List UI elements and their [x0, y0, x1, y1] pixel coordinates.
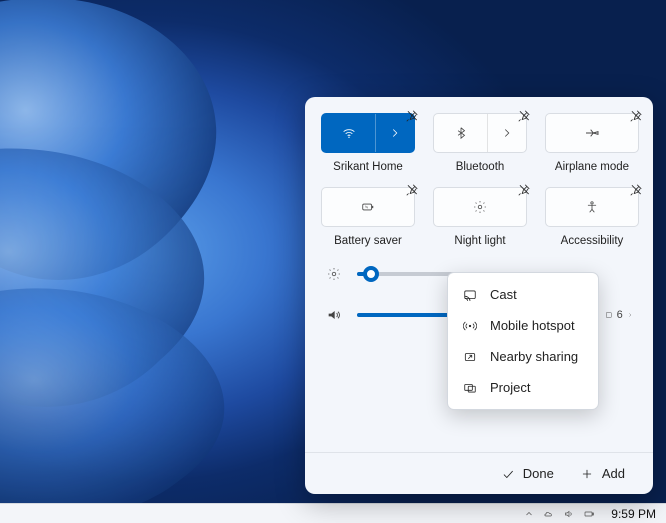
tile-battery-saver-label: Battery saver [334, 235, 402, 247]
taskbar: 9:59 PM [0, 503, 666, 523]
tile-night-light-wrap: Night light [433, 187, 527, 247]
tile-airplane-wrap: Airplane mode [545, 113, 639, 173]
tile-accessibility[interactable] [545, 187, 639, 227]
volume-icon [325, 307, 343, 323]
unpin-button-night-light[interactable] [515, 181, 533, 199]
tile-wifi-label: Srikant Home [333, 161, 403, 173]
unpin-button-wifi[interactable] [403, 107, 421, 125]
popup-item-mobile-hotspot[interactable]: Mobile hotspot [448, 310, 598, 341]
hotspot-icon [462, 319, 478, 333]
tile-bluetooth-label: Bluetooth [456, 161, 505, 173]
cast-icon [462, 288, 478, 302]
audio-output-button[interactable]: 6 [605, 309, 633, 321]
unpin-button-battery-saver[interactable] [403, 181, 421, 199]
chevron-up-icon[interactable] [523, 508, 535, 520]
project-icon [462, 381, 478, 395]
battery-tray-icon[interactable] [583, 508, 595, 520]
tile-airplane-label: Airplane mode [555, 161, 629, 173]
brightness-thumb[interactable] [363, 266, 379, 282]
volume-tray-icon[interactable] [563, 508, 575, 520]
popup-item-cast[interactable]: Cast [448, 279, 598, 310]
add-button[interactable]: Add [580, 466, 625, 481]
unpin-button-accessibility[interactable] [627, 181, 645, 199]
tile-accessibility-label: Accessibility [561, 235, 624, 247]
accessibility-icon [546, 188, 638, 226]
onedrive-icon[interactable] [543, 508, 555, 520]
tile-wifi[interactable] [321, 113, 415, 153]
system-tray[interactable] [523, 508, 595, 520]
unpin-button-airplane[interactable] [627, 107, 645, 125]
tile-bluetooth[interactable] [433, 113, 527, 153]
wifi-icon [322, 114, 375, 152]
bluetooth-icon [434, 114, 487, 152]
tile-wifi-wrap: Srikant Home [321, 113, 415, 173]
unpin-button-bluetooth[interactable] [515, 107, 533, 125]
taskbar-clock[interactable]: 9:59 PM [607, 507, 656, 521]
done-button[interactable]: Done [501, 466, 554, 481]
panel-footer: Done Add [305, 452, 653, 494]
tile-bluetooth-wrap: Bluetooth [433, 113, 527, 173]
quick-settings-tiles: Srikant Home Bluetooth [321, 113, 637, 247]
battery-saver-icon [322, 188, 414, 226]
tile-night-light[interactable] [433, 187, 527, 227]
tile-airplane[interactable] [545, 113, 639, 153]
tile-night-light-label: Night light [454, 235, 505, 247]
tile-battery-saver[interactable] [321, 187, 415, 227]
add-action-popup: Cast Mobile hotspot Nearby sharing Proje… [447, 272, 599, 410]
night-light-icon [434, 188, 526, 226]
tile-accessibility-wrap: Accessibility [545, 187, 639, 247]
popup-item-nearby-sharing[interactable]: Nearby sharing [448, 341, 598, 372]
brightness-icon [325, 267, 343, 281]
airplane-icon [546, 114, 638, 152]
tile-battery-saver-wrap: Battery saver [321, 187, 415, 247]
nearby-sharing-icon [462, 350, 478, 364]
popup-item-project[interactable]: Project [448, 372, 598, 403]
